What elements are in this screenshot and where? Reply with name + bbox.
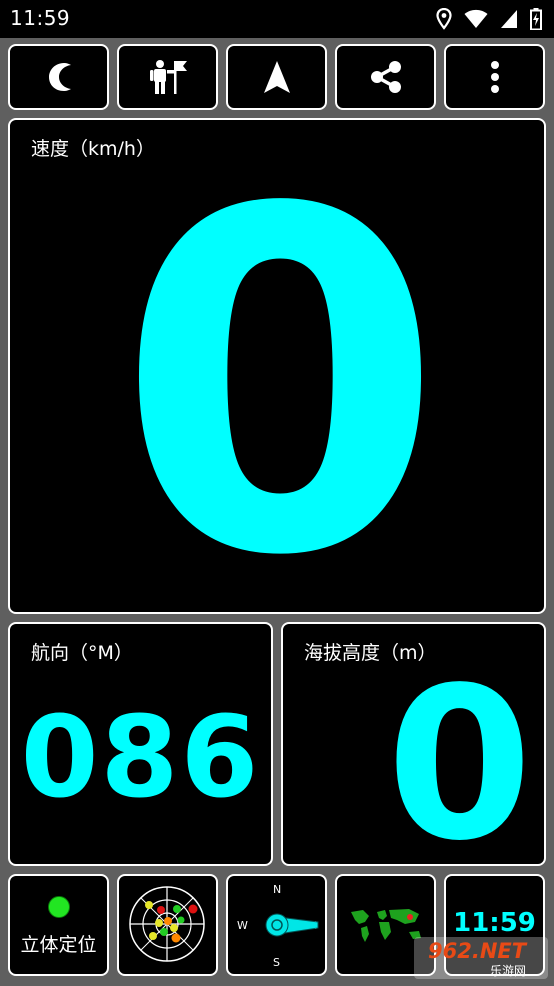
fix-status-tile[interactable]: 立体定位 [8,874,109,976]
satellite-radar-icon [129,886,205,962]
fix-label: 立体定位 [20,934,97,956]
status-time: 11:59 [10,6,71,30]
altitude-panel: 海拔高度（m） 0 [281,622,546,870]
night-mode-button[interactable] [8,44,109,110]
speed-value: 0 [116,111,443,658]
more-vertical-icon [490,61,499,93]
more-button[interactable] [444,44,545,110]
battery-charging-icon [530,8,542,30]
location-icon [436,8,452,30]
speed-panel: 速度（km/h） 0 [8,118,546,620]
share-icon [370,61,401,93]
watermark-text: 962.NET [428,939,527,963]
trip-button[interactable] [117,44,218,110]
watermark: 962.NET 乐游网 [414,934,548,982]
moon-icon [48,63,71,91]
compass-tile[interactable]: N S W E [226,874,327,976]
share-button[interactable] [335,44,436,110]
heading-panel: 航向（°M） 086 [8,622,273,866]
navigation-arrow-icon [263,61,290,93]
fix-indicator-dot [48,896,70,918]
wifi-icon [464,9,488,28]
signal-icon [501,10,517,28]
navigation-button[interactable] [226,44,327,110]
person-flag-icon [149,60,187,94]
status-bar: 11:59 [0,0,554,38]
satellite-radar-tile[interactable] [117,874,218,976]
altitude-value: 0 [386,642,533,887]
watermark-sub: 乐游网 [490,964,527,978]
heading-value: 086 [20,693,261,823]
heading-label: 航向（°M） [31,642,133,664]
compass-needle-icon [265,913,319,937]
status-icons [436,8,542,30]
